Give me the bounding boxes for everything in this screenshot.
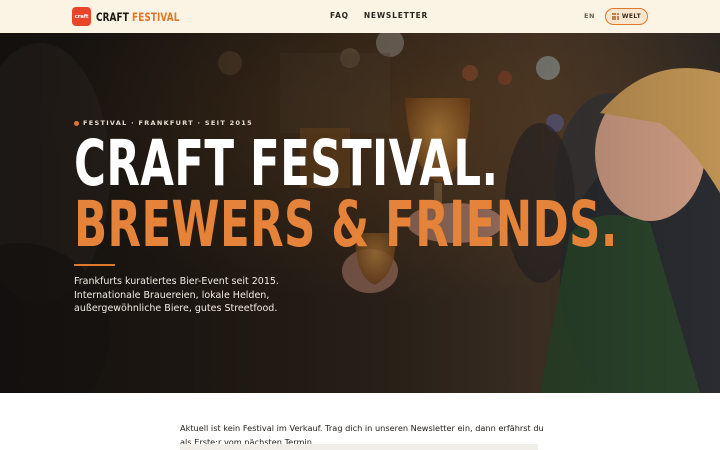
- notice-panel-edge: [180, 444, 538, 450]
- world-button[interactable]: WELT: [605, 8, 648, 25]
- eyebrow-dot-icon: [74, 120, 79, 126]
- hero-divider: [74, 264, 115, 266]
- grid-icon: [611, 13, 619, 20]
- hero-headline: CRAFT FESTIVAL. BREWERS & FRIENDS.: [74, 125, 618, 262]
- nav-link-newsletter[interactable]: NEWSLETTER: [364, 11, 428, 20]
- world-button-label: WELT: [621, 13, 642, 20]
- nav-link-faq[interactable]: FAQ: [330, 11, 349, 20]
- headline-line-1: CRAFT FESTIVAL.: [74, 125, 499, 201]
- logo-badge: craft: [72, 7, 91, 26]
- logo-word-craft: CRAFT: [96, 9, 129, 24]
- logo-wordmark: CRAFT FESTIVAL: [96, 10, 179, 24]
- hero-section: FESTIVAL · FRANKFURT · SEIT 2015 CRAFT F…: [0, 33, 720, 393]
- hero-lede: Frankfurts kuratiertes Bier-Event seit 2…: [74, 276, 279, 314]
- logo[interactable]: craft CRAFT FESTIVAL: [72, 7, 193, 26]
- headline-line-2: BREWERS & FRIENDS.: [74, 187, 618, 262]
- site-header: craft CRAFT FESTIVAL FAQ NEWSLETTER EN W…: [0, 0, 720, 33]
- language-switch[interactable]: EN: [584, 12, 595, 20]
- logo-word-festival: FESTIVAL: [132, 9, 180, 24]
- main-nav: FAQ NEWSLETTER: [330, 11, 428, 20]
